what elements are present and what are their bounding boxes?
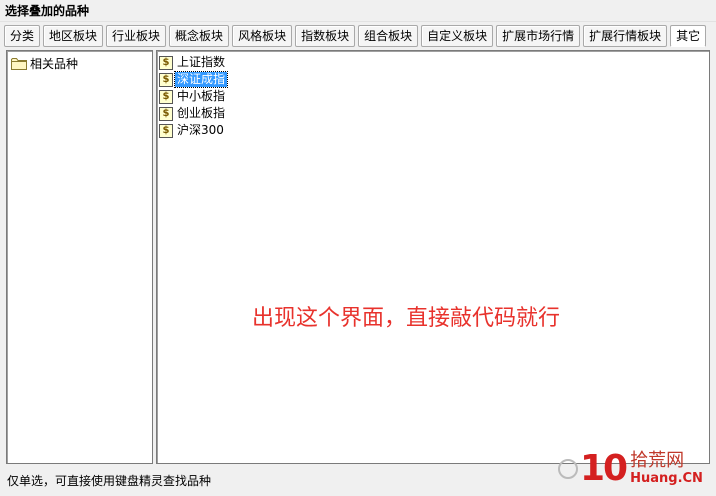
watermark-en: Huang.CN [630, 471, 703, 486]
watermark-cn: 拾荒网 [630, 450, 685, 471]
list-item-label: 创业板指 [177, 106, 226, 120]
tab-index[interactable]: 指数板块 [295, 25, 356, 47]
list-item[interactable]: $ 上证指数 [159, 54, 227, 71]
tree-item-related[interactable]: 相关品种 [11, 55, 78, 71]
tree-item-label: 相关品种 [30, 56, 79, 71]
wechat-icon [558, 459, 578, 479]
list-item-label: 中小板指 [177, 89, 226, 103]
tab-other[interactable]: 其它 [670, 25, 707, 47]
list-item[interactable]: $ 沪深300 [159, 122, 227, 139]
tab-bar: 分类 地区板块 行业板块 概念板块 风格板块 指数板块 组合板块 自定义板块 扩… [4, 25, 707, 47]
tab-industry[interactable]: 行业板块 [106, 25, 167, 47]
tab-category[interactable]: 分类 [4, 25, 41, 47]
dollar-icon: $ [159, 55, 173, 70]
dollar-icon: $ [159, 123, 173, 138]
symbol-list-panel[interactable]: $ 上证指数 $ 深证成指 $ 中小板指 $ 创业板指 $ 沪深300 [156, 50, 710, 464]
watermark-number: 10 [580, 448, 628, 489]
list-item-label: 深证成指 [173, 71, 229, 88]
annotation-text: 出现这个界面，直接敲代码就行 [252, 306, 561, 331]
list-item[interactable]: $ 创业板指 [159, 105, 227, 122]
folder-icon [11, 57, 27, 70]
list-item-label: 上证指数 [177, 55, 226, 69]
status-text: 仅单选，可直接使用键盘精灵查找品种 [7, 474, 212, 488]
dollar-icon: $ [159, 106, 173, 121]
tab-style[interactable]: 风格板块 [232, 25, 293, 47]
tab-ext-sector[interactable]: 扩展行情板块 [583, 25, 668, 47]
tab-ext-market[interactable]: 扩展市场行情 [496, 25, 581, 47]
list-item-selected[interactable]: $ 深证成指 [159, 71, 229, 88]
window-title: 选择叠加的品种 [0, 0, 716, 22]
tree-panel[interactable]: 相关品种 [6, 50, 153, 464]
tab-concept[interactable]: 概念板块 [169, 25, 230, 47]
tab-combo[interactable]: 组合板块 [358, 25, 419, 47]
dollar-icon: $ [159, 89, 173, 104]
dollar-icon: $ [159, 72, 173, 87]
tab-region[interactable]: 地区板块 [43, 25, 104, 47]
list-item[interactable]: $ 中小板指 [159, 88, 227, 105]
watermark-logo: 10 拾荒网 Huang.CN [558, 446, 708, 492]
list-item-label: 沪深300 [177, 123, 224, 137]
tab-custom[interactable]: 自定义板块 [421, 25, 494, 47]
